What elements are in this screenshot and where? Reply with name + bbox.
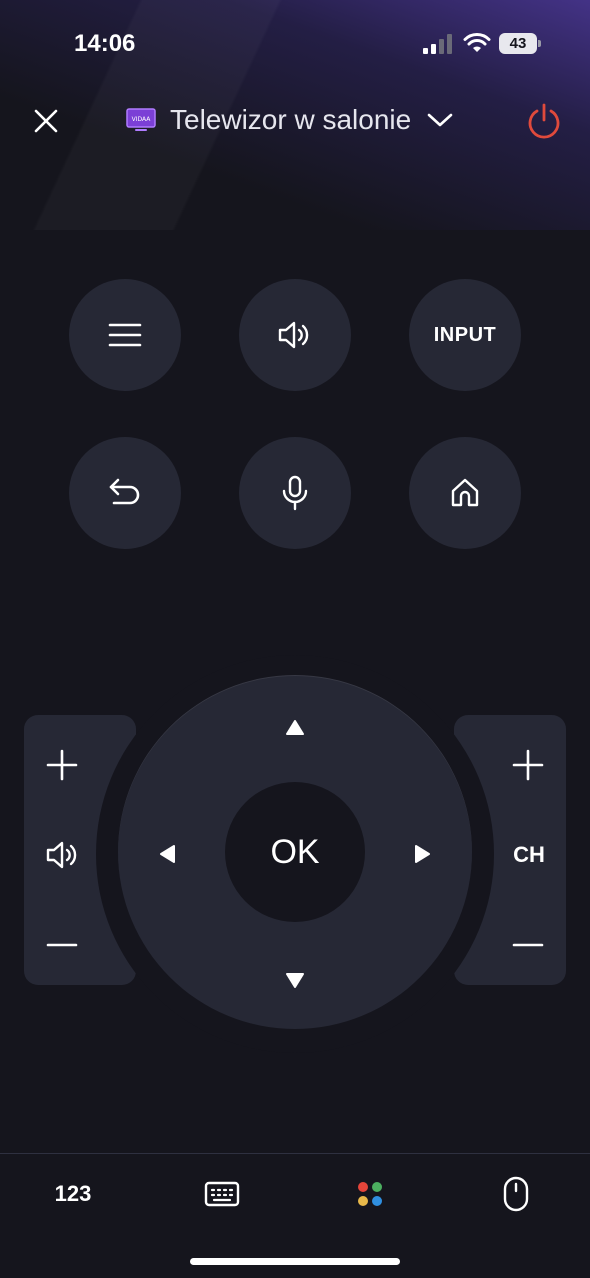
microphone-icon <box>282 475 308 511</box>
cellular-signal-icon <box>423 34 452 54</box>
minus-icon <box>512 943 544 947</box>
mouse-tab[interactable] <box>496 1174 536 1214</box>
dpad-up-button[interactable] <box>275 708 315 748</box>
plus-icon <box>46 749 78 781</box>
dpad-down-button[interactable] <box>275 960 315 1000</box>
remote-header: VIDAA Telewizor w salonie <box>0 90 590 150</box>
arrow-right-icon <box>415 845 430 863</box>
sound-icon <box>278 321 309 349</box>
battery-level: 43 <box>499 33 537 54</box>
status-bar: 14:06 43 <box>0 0 590 90</box>
chevron-down-icon <box>427 113 453 127</box>
numpad-tab[interactable]: 123 <box>45 1174 101 1214</box>
wifi-icon <box>463 33 491 52</box>
channel-label: CH <box>513 842 545 867</box>
voice-button[interactable] <box>239 437 351 549</box>
dpad-right-button[interactable] <box>402 834 442 874</box>
color-buttons-icon <box>358 1182 382 1206</box>
arrow-up-icon <box>286 720 304 735</box>
channel-down-button[interactable] <box>508 925 548 965</box>
keyboard-tab[interactable] <box>200 1174 244 1214</box>
tv-icon: VIDAA <box>126 108 156 131</box>
back-button[interactable] <box>69 437 181 549</box>
status-time: 14:06 <box>74 30 136 57</box>
dpad-left-button[interactable] <box>148 834 188 874</box>
arrow-down-icon <box>286 973 304 988</box>
menu-icon <box>108 323 142 347</box>
ok-button[interactable]: OK <box>225 782 365 922</box>
device-name: Telewizor w salonie <box>170 104 412 135</box>
numpad-label: 123 <box>54 1181 92 1206</box>
minus-icon <box>46 943 78 947</box>
channel-label-box: CH <box>504 835 554 875</box>
volume-icon <box>46 841 77 869</box>
volume-down-button[interactable] <box>42 925 82 965</box>
back-icon <box>109 478 140 505</box>
home-indicator[interactable] <box>190 1258 400 1265</box>
color-buttons-tab[interactable] <box>350 1174 390 1214</box>
menu-button[interactable] <box>69 279 181 391</box>
battery-tip <box>538 40 541 47</box>
input-button[interactable]: INPUT <box>409 279 521 391</box>
battery-icon: 43 <box>499 33 541 54</box>
svg-text:VIDAA: VIDAA <box>132 116 152 123</box>
power-icon[interactable] <box>526 102 562 140</box>
mouse-icon <box>503 1176 529 1212</box>
home-button[interactable] <box>409 437 521 549</box>
arrow-left-icon <box>160 845 175 863</box>
input-label: INPUT <box>433 323 497 346</box>
volume-up-button[interactable] <box>42 745 82 785</box>
keyboard-icon <box>204 1181 240 1207</box>
device-selector[interactable]: VIDAA Telewizor w salonie <box>126 100 453 140</box>
ok-label: OK <box>270 832 320 871</box>
close-icon[interactable] <box>30 105 62 137</box>
home-icon <box>451 478 479 507</box>
volume-mute-button[interactable] <box>42 835 82 875</box>
plus-icon <box>512 749 544 781</box>
sound-button[interactable] <box>239 279 351 391</box>
channel-up-button[interactable] <box>508 745 548 785</box>
